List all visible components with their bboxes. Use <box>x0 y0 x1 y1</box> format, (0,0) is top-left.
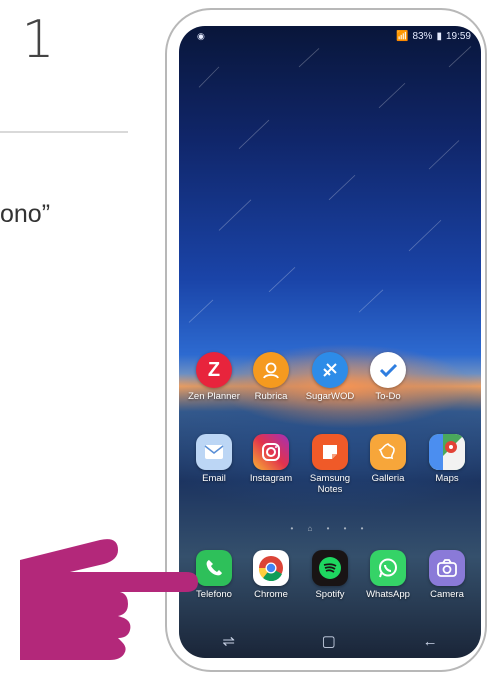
app-label: Galleria <box>371 473 405 484</box>
status-bar: ◉ 📶 83% ▮ 19:59 <box>179 26 481 48</box>
app-label: Maps <box>435 473 459 484</box>
email-icon <box>196 434 232 470</box>
app-label: Chrome <box>254 589 288 600</box>
battery-percentage: 83% <box>412 31 433 42</box>
gallery-icon <box>370 434 406 470</box>
app-label: Rubrica <box>254 391 288 402</box>
app-samsung-notes[interactable]: Samsung Notes <box>300 434 360 495</box>
app-label: Camera <box>430 589 464 600</box>
app-chrome[interactable]: Chrome <box>241 550 301 600</box>
phone-icon <box>196 550 232 586</box>
signal-icon: 📶 <box>395 31 409 42</box>
instruction-text: ono” <box>0 200 51 228</box>
phone-screen: ◉ 📶 83% ▮ 19:59 Z Zen Planner Rubrica Su… <box>179 26 481 658</box>
contacts-icon <box>253 352 289 388</box>
camera-icon <box>429 550 465 586</box>
instagram-icon <box>253 434 289 470</box>
app-label: WhatsApp <box>366 589 410 600</box>
app-label: Email <box>202 473 226 484</box>
app-sugarwod[interactable]: SugarWOD <box>300 352 360 402</box>
app-label: SugarWOD <box>305 391 355 402</box>
app-rubrica[interactable]: Rubrica <box>241 352 301 402</box>
whatsapp-icon <box>370 550 406 586</box>
sugarwod-icon <box>312 352 348 388</box>
home-row-1: Z Zen Planner Rubrica SugarWOD To-Do <box>179 352 481 412</box>
todo-icon <box>370 352 406 388</box>
app-label: Zen Planner <box>188 391 240 402</box>
clock: 19:59 <box>445 31 471 42</box>
maps-icon <box>429 434 465 470</box>
back-icon[interactable]: ← <box>423 633 438 650</box>
recent-apps-icon[interactable]: ⇌ <box>222 632 235 650</box>
samsung-notes-icon <box>312 434 348 470</box>
notification-icon: ◉ <box>197 31 205 41</box>
app-maps[interactable]: Maps <box>417 434 477 484</box>
step-number: 1 <box>21 10 55 70</box>
dock: Telefono Chrome Spotify WhatsApp Camera <box>179 550 481 610</box>
app-instagram[interactable]: Instagram <box>241 434 301 484</box>
app-galleria[interactable]: Galleria <box>358 434 418 484</box>
app-to-do[interactable]: To-Do <box>358 352 418 402</box>
app-label: To-Do <box>375 391 401 402</box>
app-whatsapp[interactable]: WhatsApp <box>358 550 418 600</box>
home-button-icon[interactable]: ▢ <box>322 632 336 650</box>
zen-planner-icon: Z <box>196 352 232 388</box>
app-camera[interactable]: Camera <box>417 550 477 600</box>
app-label: Samsung Notes <box>309 473 351 495</box>
wallpaper-star-trails <box>188 46 472 323</box>
app-label: Instagram <box>249 473 293 484</box>
battery-icon: ▮ <box>436 31 442 42</box>
spotify-icon <box>312 550 348 586</box>
chrome-icon <box>253 550 289 586</box>
navigation-bar: ⇌ ▢ ← <box>179 624 481 658</box>
app-spotify[interactable]: Spotify <box>300 550 360 600</box>
app-email[interactable]: Email <box>184 434 244 484</box>
app-label: Spotify <box>315 589 345 600</box>
pointing-hand-icon <box>20 539 198 660</box>
page-indicator[interactable]: • ⌂ • • • <box>179 524 481 533</box>
home-row-2: Email Instagram Samsung Notes Galleria M… <box>179 434 481 495</box>
app-zen-planner[interactable]: Z Zen Planner <box>184 352 244 402</box>
divider <box>0 131 128 133</box>
